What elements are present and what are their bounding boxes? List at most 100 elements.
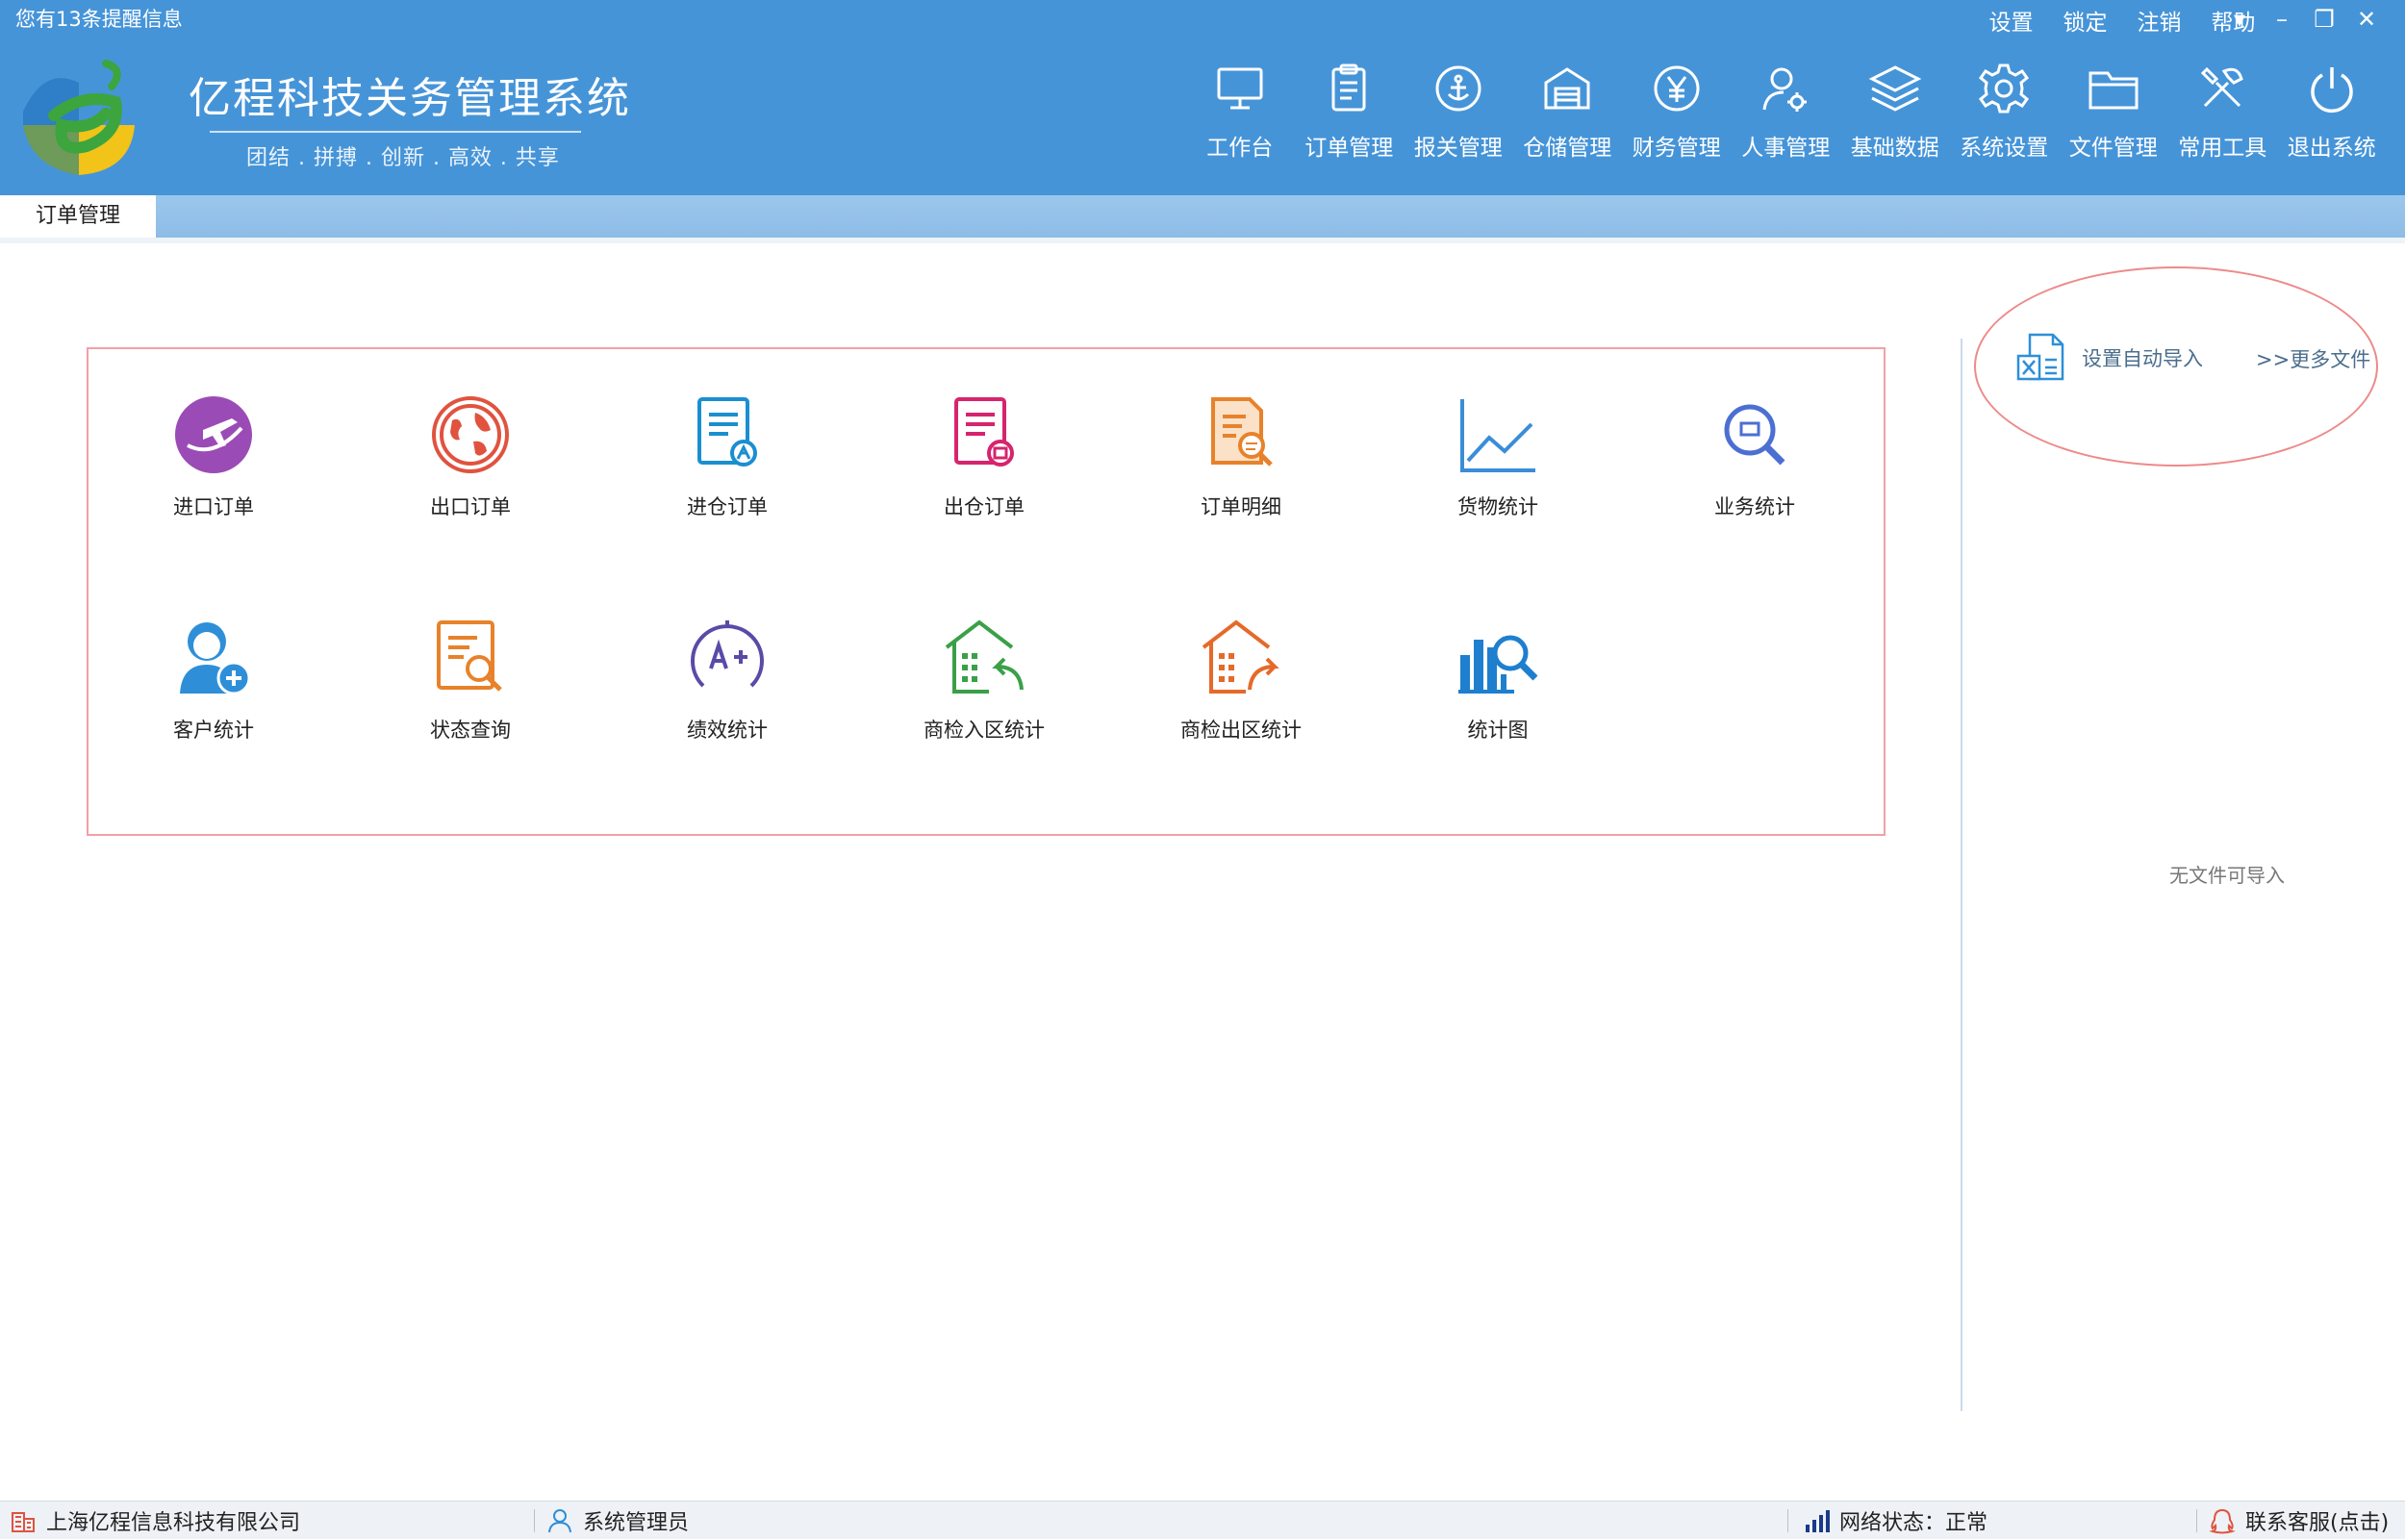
network-status: 网络状态：正常 [1803, 1502, 1987, 1540]
top-navigation: 工作台 订单管理 报关管理 仓储管理 财务管理 人事管理 基础数据 系统设置 文… [1185, 62, 2387, 162]
building-icon [12, 1512, 35, 1532]
warehouse-icon [1544, 67, 1590, 110]
window-controls: ▾ – ❐ ✕ [2218, 4, 2388, 35]
grade-icon [691, 620, 764, 688]
tile-label: 商检出区统计 [1180, 719, 1302, 742]
signal-icon [1806, 1510, 1830, 1532]
power-icon [2311, 67, 2353, 113]
tile-label: 业务统计 [1714, 495, 1795, 518]
status-separator [534, 1509, 535, 1532]
nav-label: 财务管理 [1632, 136, 1721, 161]
yen-icon [1654, 65, 1700, 112]
doc-search-icon [1211, 397, 1273, 467]
bar-chart-search-icon [1458, 635, 1538, 694]
building-in-icon [945, 619, 1024, 694]
tile-order-detail[interactable]: 订单明细 [1154, 391, 1328, 520]
tile-business-statistics[interactable]: 业务统计 [1668, 391, 1841, 520]
more-files-link[interactable]: >>更多文件 [2256, 344, 2370, 373]
monitor-icon [1217, 67, 1263, 110]
list-search-icon [437, 620, 502, 692]
nav-basic-data[interactable]: 基础数据 [1840, 62, 1950, 162]
nav-order-management[interactable]: 订单管理 [1295, 62, 1405, 162]
nav-workbench[interactable]: 工作台 [1185, 62, 1295, 162]
nav-system-settings[interactable]: 系统设置 [1950, 62, 2060, 162]
empty-import-text: 无文件可导入 [2169, 864, 2285, 887]
tile-customer-statistics[interactable]: 客户统计 [127, 615, 300, 744]
customer-service-label: 联系客服(点击) [2245, 1511, 2390, 1535]
auto-import-label: 设置自动导入 [2082, 347, 2203, 370]
current-user: 系统管理员 [583, 1511, 690, 1535]
tile-import-order[interactable]: 进口订单 [127, 391, 300, 520]
tile-label: 进仓订单 [687, 495, 768, 518]
status-separator [1787, 1509, 1788, 1532]
tile-label: 出仓订单 [944, 495, 1025, 518]
status-separator [2196, 1509, 2197, 1532]
restore-icon[interactable]: ❐ [2303, 4, 2345, 35]
close-icon[interactable]: ✕ [2345, 4, 2388, 35]
tab-order-management[interactable]: 订单管理 [0, 195, 156, 238]
anchor-icon [1435, 65, 1481, 112]
nav-exit[interactable]: 退出系统 [2277, 62, 2387, 162]
tools-icon [2201, 66, 2244, 108]
app-header: 您有13条提醒信息 设置 锁定 注销 帮助 ▾ – ❐ ✕ 亿程科技关务管理系统… [0, 0, 2405, 195]
tile-label: 状态查询 [430, 719, 511, 742]
title-divider [210, 131, 581, 133]
doc-out-icon [954, 397, 1014, 467]
auto-import-button[interactable]: 设置自动导入 [2016, 331, 2203, 385]
tile-statistics-chart[interactable]: 统计图 [1411, 615, 1584, 744]
tile-label: 统计图 [1467, 719, 1529, 742]
tile-label: 进口订单 [173, 495, 254, 518]
nav-label: 工作台 [1206, 136, 1274, 161]
nav-warehouse[interactable]: 仓储管理 [1513, 62, 1623, 162]
company-name: 上海亿程信息科技有限公司 [46, 1511, 301, 1535]
folder-icon [2089, 71, 2139, 110]
panel-divider [1961, 339, 1962, 1411]
customer-service-link[interactable]: 联系客服(点击) [2209, 1502, 2389, 1540]
minimize-icon[interactable]: – [2261, 4, 2303, 35]
tab-strip [0, 195, 2405, 238]
nav-label: 人事管理 [1741, 136, 1831, 161]
nav-label: 常用工具 [2178, 136, 2267, 161]
gear-icon [1979, 63, 2030, 114]
tile-label: 商检入区统计 [924, 719, 1045, 742]
company-info: 上海亿程信息科技有限公司 [10, 1502, 300, 1540]
magnifier-icon [1724, 404, 1785, 466]
tile-goods-statistics[interactable]: 货物统计 [1411, 391, 1584, 520]
tile-performance-statistics[interactable]: 绩效统计 [641, 615, 814, 744]
line-chart-icon [1460, 399, 1535, 472]
tile-label: 出口订单 [430, 495, 511, 518]
tile-export-order[interactable]: 出口订单 [384, 391, 557, 520]
nav-finance[interactable]: 财务管理 [1622, 62, 1732, 162]
tile-label: 绩效统计 [687, 719, 768, 742]
nav-tools[interactable]: 常用工具 [2168, 62, 2278, 162]
globe-icon [432, 396, 509, 473]
nav-customs[interactable]: 报关管理 [1404, 62, 1513, 162]
layers-icon [1868, 65, 1922, 112]
nav-file-management[interactable]: 文件管理 [2059, 62, 2168, 162]
doc-in-icon [697, 397, 757, 467]
reminder-notice[interactable]: 您有13条提醒信息 [15, 4, 183, 33]
settings-link[interactable]: 设置 [1974, 4, 2048, 37]
tile-inspection-out-statistics[interactable]: 商检出区统计 [1154, 615, 1328, 744]
nav-hr[interactable]: 人事管理 [1732, 62, 1841, 162]
tile-inbound-order[interactable]: 进仓订单 [641, 391, 814, 520]
tile-label: 订单明细 [1201, 495, 1281, 518]
menu-dropdown-icon[interactable]: ▾ [2218, 4, 2261, 35]
app-title: 亿程科技关务管理系统 [189, 74, 631, 123]
nav-label: 退出系统 [2287, 136, 2376, 161]
logout-link[interactable]: 注销 [2122, 4, 2196, 37]
status-bar: 上海亿程信息科技有限公司 系统管理员 网络状态：正常 联系客服(点击) [0, 1501, 2405, 1539]
nav-label: 系统设置 [1960, 136, 2049, 161]
tile-status-query[interactable]: 状态查询 [384, 615, 557, 744]
user-settings-icon [1762, 67, 1808, 112]
add-user-icon [180, 622, 251, 695]
lock-link[interactable]: 锁定 [2048, 4, 2122, 37]
nav-label: 报关管理 [1413, 136, 1503, 161]
tile-outbound-order[interactable]: 出仓订单 [898, 391, 1071, 520]
tile-inspection-in-statistics[interactable]: 商检入区统计 [898, 615, 1071, 744]
tile-label: 货物统计 [1457, 495, 1538, 518]
tab-divider [0, 238, 2405, 243]
nav-label: 基础数据 [1850, 136, 1939, 161]
app-logo [23, 60, 135, 175]
function-panel: 进口订单 出口订单 进仓订单 出仓订单 订单明细 货物统计 业务统计 客户统计 … [87, 347, 1886, 836]
